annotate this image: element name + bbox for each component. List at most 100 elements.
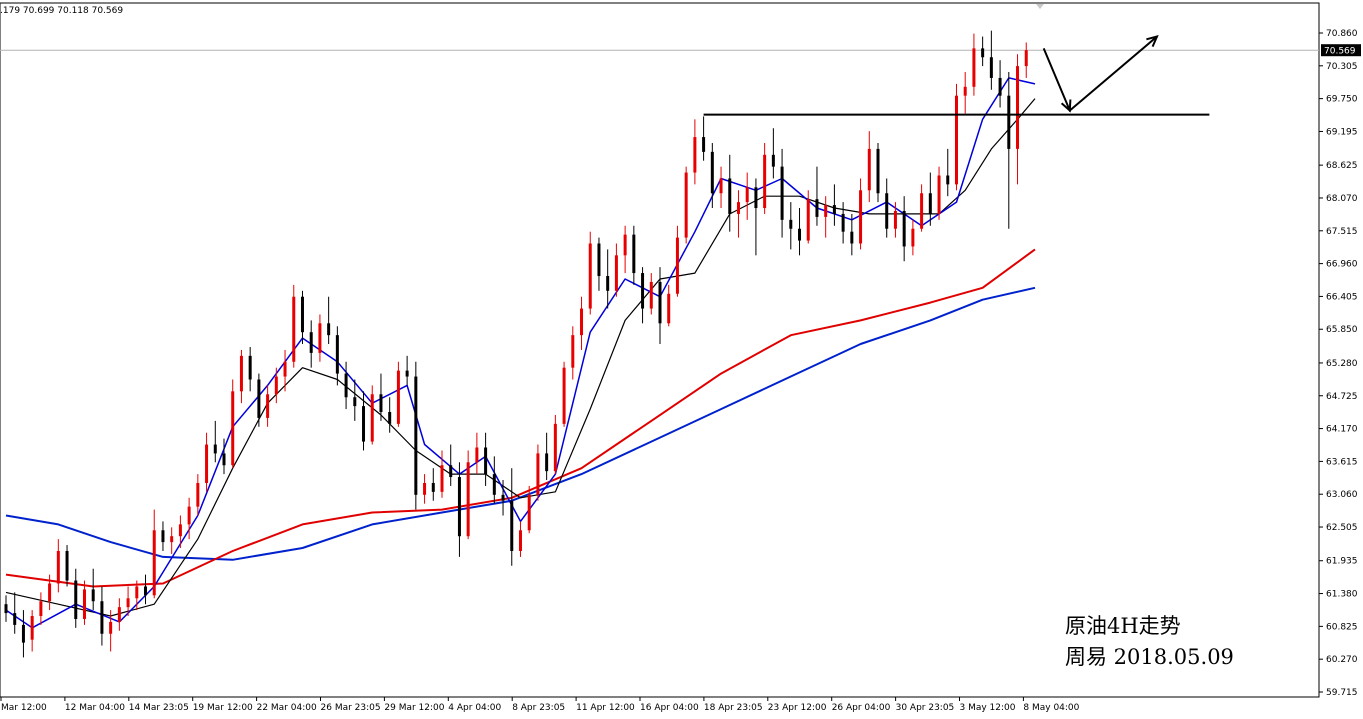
y-tick-label: 67.515	[1326, 227, 1358, 237]
candle-body	[771, 154, 775, 167]
candle	[161, 521, 165, 551]
y-tick-label: 64.725	[1326, 392, 1358, 402]
candle	[885, 178, 889, 238]
candle-body	[431, 482, 435, 492]
candle	[902, 196, 906, 262]
candle	[954, 83, 958, 191]
candle-body	[885, 193, 889, 229]
candle	[396, 361, 400, 427]
y-tick-label: 69.195	[1326, 127, 1358, 137]
candle-body	[536, 453, 540, 495]
candle	[920, 184, 924, 232]
candle	[370, 385, 374, 445]
annotation-title: 原油4H走势	[1065, 614, 1181, 638]
candle	[4, 595, 8, 622]
plot-frame	[0, 2, 1320, 698]
candle-body	[239, 355, 243, 392]
candle	[213, 420, 217, 463]
candle	[21, 610, 25, 658]
candle	[649, 273, 653, 315]
candle	[754, 178, 758, 256]
candle-body	[457, 477, 461, 537]
candle	[859, 178, 863, 250]
candle-body	[318, 323, 322, 353]
candle-body	[527, 494, 531, 531]
candle-body	[963, 86, 967, 96]
candle-body	[144, 586, 148, 596]
candle	[344, 361, 348, 410]
x-tick-label: 26 Mar 23:05	[321, 703, 381, 713]
candle-body	[545, 453, 549, 472]
candle-body	[396, 370, 400, 424]
candle	[675, 225, 679, 297]
current-price-badge-label: 70.569	[1324, 47, 1356, 57]
candle-body	[109, 621, 113, 634]
y-tick-label: 63.615	[1326, 457, 1358, 467]
candle-body	[719, 178, 723, 194]
y-tick-label: 62.505	[1326, 523, 1358, 533]
y-tick-label: 61.380	[1326, 590, 1358, 600]
candle-body	[981, 48, 985, 58]
candle-body	[632, 234, 636, 274]
candle-body	[667, 293, 671, 324]
candle-body	[1024, 50, 1028, 67]
candle-body	[1007, 95, 1011, 149]
candle-body	[998, 77, 1002, 96]
candle-body	[335, 335, 339, 374]
candle	[30, 610, 34, 652]
candle	[170, 527, 174, 554]
candle-body	[501, 494, 505, 501]
candle	[510, 468, 514, 566]
candle-body	[440, 465, 444, 492]
candle	[702, 116, 706, 161]
candle-body	[614, 255, 618, 291]
x-tick-label: 16 Apr 04:00	[640, 703, 699, 713]
candle	[300, 290, 304, 345]
candle	[39, 592, 43, 625]
candle-body	[675, 237, 679, 294]
candle	[614, 243, 618, 297]
candle	[623, 225, 627, 274]
candle-body	[972, 48, 976, 87]
candle	[492, 456, 496, 504]
candle-body	[1016, 66, 1020, 149]
y-tick-label: 65.280	[1326, 359, 1358, 369]
candle-body	[48, 583, 52, 602]
candle-body	[388, 412, 392, 424]
candle-body	[745, 187, 749, 203]
candle	[946, 148, 950, 197]
candle-body	[466, 462, 470, 537]
candle-body	[178, 524, 182, 537]
candle	[911, 219, 915, 256]
candle	[309, 320, 313, 368]
candle	[719, 166, 723, 209]
candle	[728, 154, 732, 232]
candle-body	[205, 444, 209, 483]
candle	[248, 346, 252, 392]
candle-body	[623, 234, 627, 256]
candle-body	[710, 151, 714, 194]
candle-body	[562, 367, 566, 424]
candle-body	[283, 361, 287, 377]
candle	[798, 208, 802, 256]
candle-body	[405, 370, 409, 377]
candle-body	[56, 550, 60, 584]
x-tick-label: 4 Apr 04:00	[448, 703, 501, 713]
candle	[353, 379, 357, 421]
candle-body	[989, 57, 993, 78]
candle-body	[414, 376, 418, 495]
candle-body	[39, 601, 43, 617]
candle	[771, 128, 775, 179]
candle-body	[274, 376, 278, 395]
x-tick-label: 22 Mar 04:00	[257, 703, 317, 713]
x-tick-label: 18 Apr 23:05	[704, 703, 763, 713]
candle-body	[684, 172, 688, 238]
candle	[266, 385, 270, 427]
candle	[815, 166, 819, 226]
candle	[876, 142, 880, 203]
y-tick-label: 70.860	[1326, 29, 1358, 39]
y-tick-label: 59.715	[1326, 688, 1358, 698]
candle-body	[658, 281, 662, 324]
candle	[518, 521, 522, 557]
y-tick-label: 60.825	[1326, 622, 1358, 632]
